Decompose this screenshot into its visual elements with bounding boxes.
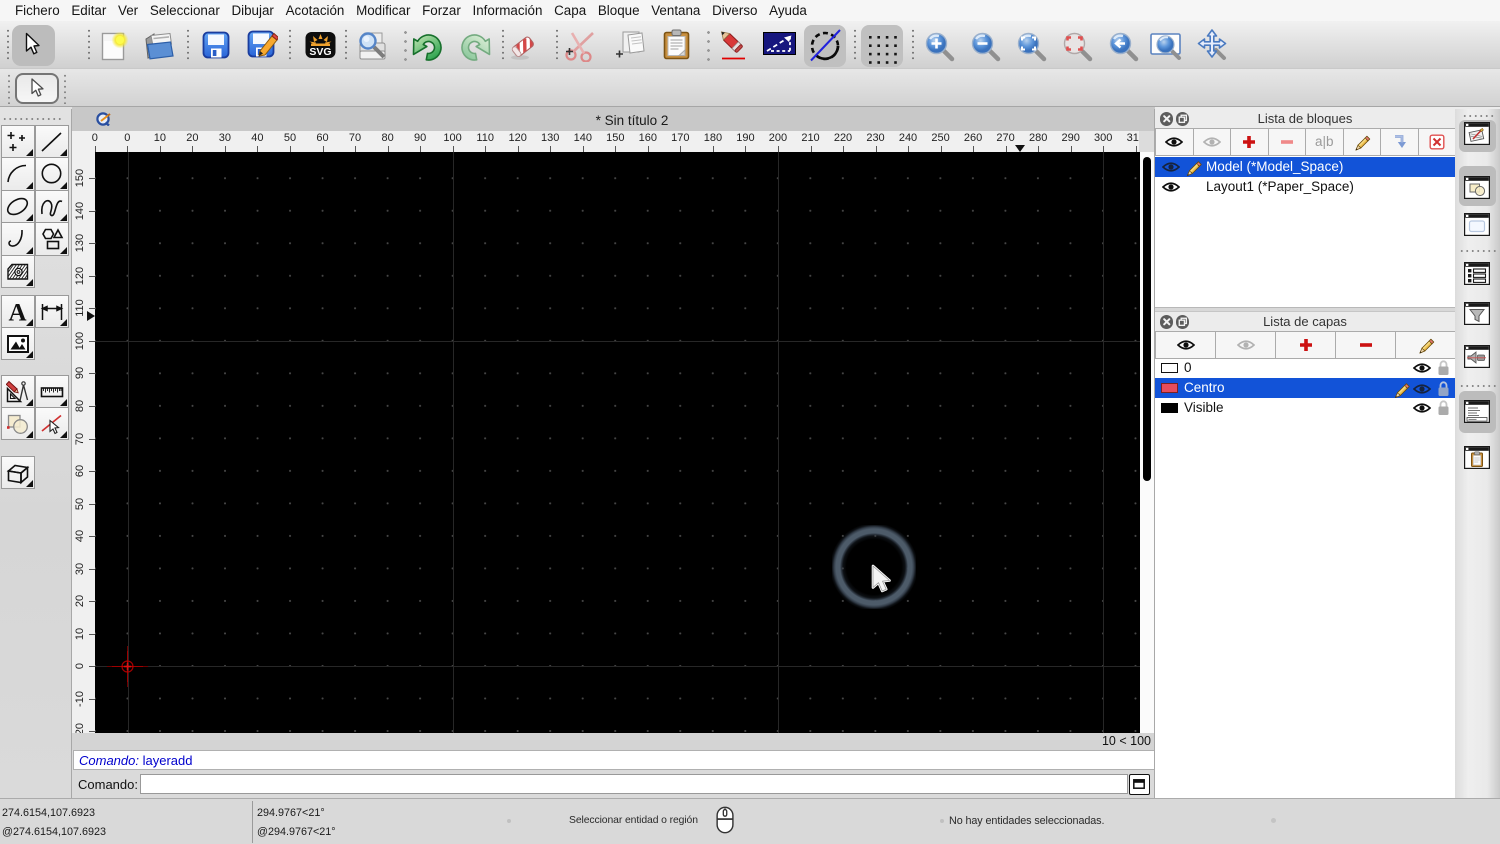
svg-text:A: A <box>9 300 27 324</box>
svg-text:SVG: SVG <box>309 46 331 58</box>
